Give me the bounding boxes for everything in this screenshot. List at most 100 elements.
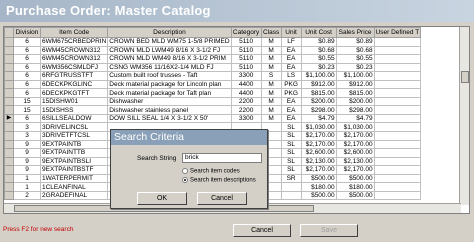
cell-unit[interactable]: SR bbox=[280, 173, 302, 184]
vertical-scrollbar[interactable] bbox=[459, 27, 469, 205]
cell-unit[interactable] bbox=[280, 182, 302, 192]
cell-udt[interactable] bbox=[373, 173, 422, 184]
cell-class[interactable]: S bbox=[260, 71, 282, 81]
cell-price[interactable]: $1,030.00 bbox=[335, 122, 375, 132]
row-selector[interactable] bbox=[4, 148, 14, 158]
cell-desc[interactable]: Dishwasher stainless panel bbox=[107, 105, 232, 115]
cell-category[interactable]: 5110 bbox=[230, 62, 262, 73]
cell-unit[interactable]: SL bbox=[280, 148, 302, 158]
cell-division[interactable]: 15 bbox=[13, 96, 41, 107]
table-row[interactable]: 6 6DECKPKGTFT Deck material package for Ta… bbox=[4, 88, 422, 98]
cell-category[interactable]: 3300 bbox=[230, 113, 262, 124]
row-selector[interactable] bbox=[4, 165, 14, 175]
save-button[interactable]: Save bbox=[300, 224, 358, 237]
cell-division[interactable]: 6 bbox=[13, 79, 41, 90]
cell-cost[interactable]: $1,100.00 bbox=[300, 71, 337, 81]
cell-price[interactable]: $200.00 bbox=[335, 96, 375, 107]
table-row[interactable]: ▶ 6 6SILLSEALDOW DOW SILL SEAL 1/4 X 3-1/2 … bbox=[4, 113, 422, 124]
cell-unit[interactable]: SL bbox=[280, 156, 302, 167]
cell-price[interactable]: $2,170.00 bbox=[335, 139, 375, 150]
cell-cost[interactable]: $2,170.00 bbox=[300, 165, 337, 175]
column-header[interactable]: Division bbox=[13, 27, 41, 38]
cell-price[interactable]: $180.00 bbox=[335, 182, 375, 192]
cell-class[interactable]: M bbox=[260, 62, 282, 73]
cell-price[interactable]: $2,170.00 bbox=[335, 131, 375, 141]
cell-desc[interactable]: DOW SILL SEAL 1/4 X 3-1/2 X 50' bbox=[107, 113, 232, 124]
radio-descriptions-icon[interactable] bbox=[182, 177, 188, 183]
table-row[interactable]: 6 6RFGTRUSSTFT Custom built roof trusses -… bbox=[4, 71, 422, 81]
cell-category[interactable]: 4400 bbox=[230, 79, 262, 90]
cell-division[interactable]: 6 bbox=[13, 54, 41, 64]
cell-division[interactable]: 3 bbox=[13, 122, 41, 132]
column-header[interactable]: Category bbox=[230, 27, 262, 38]
search-string-input[interactable]: brick bbox=[182, 153, 262, 163]
table-row[interactable]: 6 6WM45CROWN312 CROWN MLD WM49 8/16 X 3-1/… bbox=[4, 54, 422, 64]
cell-class[interactable]: M bbox=[260, 45, 282, 56]
cell-price[interactable]: $500.00 bbox=[335, 190, 375, 201]
cell-unit[interactable]: PKG bbox=[280, 88, 302, 98]
cell-udt[interactable] bbox=[373, 113, 422, 124]
cell-class[interactable]: M bbox=[260, 105, 282, 115]
cell-cost[interactable]: $912.00 bbox=[300, 79, 337, 90]
cell-price[interactable]: $815.00 bbox=[335, 88, 375, 98]
cancel-button[interactable]: Cancel bbox=[233, 224, 291, 237]
column-header[interactable]: Class bbox=[260, 27, 282, 38]
cell-desc[interactable]: CROWN MLD LWM49 8/16 X 3-1/2 FJ bbox=[107, 45, 232, 56]
cell-unit[interactable]: LS bbox=[280, 71, 302, 81]
cell-code[interactable]: 9EXTPAINTB bbox=[39, 139, 109, 150]
cell-udt[interactable] bbox=[373, 88, 422, 98]
cell-cost[interactable]: $200.00 bbox=[300, 96, 337, 107]
dialog-cancel-button[interactable]: Cancel bbox=[197, 192, 247, 205]
cell-code[interactable]: 15DISHSS bbox=[39, 105, 109, 115]
cell-code[interactable]: 9EXTPAINTBSTF bbox=[39, 165, 109, 175]
cell-unit[interactable]: PKG bbox=[280, 79, 302, 90]
cell-unit[interactable]: LF bbox=[280, 37, 302, 47]
cell-category[interactable]: 2200 bbox=[230, 96, 262, 107]
cell-division[interactable]: 1 bbox=[13, 182, 41, 192]
cell-unit[interactable]: SL bbox=[280, 165, 302, 175]
cell-class[interactable]: M bbox=[260, 96, 282, 107]
cell-udt[interactable] bbox=[373, 71, 422, 81]
cell-division[interactable]: 3 bbox=[13, 131, 41, 141]
cell-udt[interactable] bbox=[373, 105, 422, 115]
row-selector[interactable] bbox=[4, 156, 14, 167]
cell-cost[interactable]: $500.00 bbox=[300, 190, 337, 201]
cell-udt[interactable] bbox=[373, 79, 422, 90]
cell-cost[interactable]: $815.00 bbox=[300, 88, 337, 98]
cell-code[interactable]: 6DECKPKGLINC bbox=[39, 79, 109, 90]
column-header[interactable] bbox=[4, 27, 14, 38]
cell-code[interactable]: 1WATERPERMIT bbox=[39, 173, 109, 184]
row-selector[interactable] bbox=[4, 182, 14, 192]
cell-cost[interactable]: $500.00 bbox=[300, 173, 337, 184]
cell-code[interactable]: 6WM675CRBEDPRIN bbox=[39, 37, 109, 47]
cell-desc[interactable]: Deck material package for Lincoln plan bbox=[107, 79, 232, 90]
cell-division[interactable]: 1 bbox=[13, 173, 41, 184]
cell-unit[interactable]: SL bbox=[280, 131, 302, 141]
cell-price[interactable]: $2,170.00 bbox=[335, 165, 375, 175]
table-row[interactable]: 6 6WM45CROWN312 CROWN MLD LWM49 8/16 X 3-1… bbox=[4, 45, 422, 56]
dialog-ok-button[interactable]: OK bbox=[137, 192, 187, 205]
cell-unit[interactable]: SL bbox=[280, 139, 302, 150]
vertical-scroll-thumb[interactable] bbox=[461, 71, 469, 83]
cell-cost[interactable]: $0.89 bbox=[300, 37, 337, 47]
cell-cost[interactable]: $2,130.00 bbox=[300, 156, 337, 167]
cell-division[interactable]: 6 bbox=[13, 37, 41, 47]
cell-cost[interactable]: $1,030.00 bbox=[300, 122, 337, 132]
cell-unit[interactable]: EA bbox=[280, 105, 302, 115]
table-row[interactable]: 6 6WM675CRBEDPRIN CROWN BED MLD WM75 1-5/8… bbox=[4, 37, 422, 47]
cell-desc[interactable]: CROWN BED MLD WM75 1-5/8 PRIMED bbox=[107, 37, 232, 47]
cell-price[interactable]: $0.55 bbox=[335, 54, 375, 64]
cell-code[interactable]: 6WM45CROWN312 bbox=[39, 45, 109, 56]
cell-code[interactable]: 9EXTPAINTTB bbox=[39, 148, 109, 158]
cell-division[interactable]: 15 bbox=[13, 105, 41, 115]
cell-code[interactable]: 6SILLSEALDOW bbox=[39, 113, 109, 124]
cell-division[interactable]: 9 bbox=[13, 148, 41, 158]
cell-division[interactable]: 9 bbox=[13, 165, 41, 175]
cell-code[interactable]: 6WM45CROWN312 bbox=[39, 54, 109, 64]
cell-price[interactable]: $912.00 bbox=[335, 79, 375, 90]
cell-price[interactable]: $4.79 bbox=[335, 113, 375, 124]
cell-udt[interactable] bbox=[373, 54, 422, 64]
cell-division[interactable]: 9 bbox=[13, 156, 41, 167]
cell-udt[interactable] bbox=[373, 131, 422, 141]
table-row[interactable]: 15 15DISHSS Dishwasher stainless panel 2200… bbox=[4, 105, 422, 115]
